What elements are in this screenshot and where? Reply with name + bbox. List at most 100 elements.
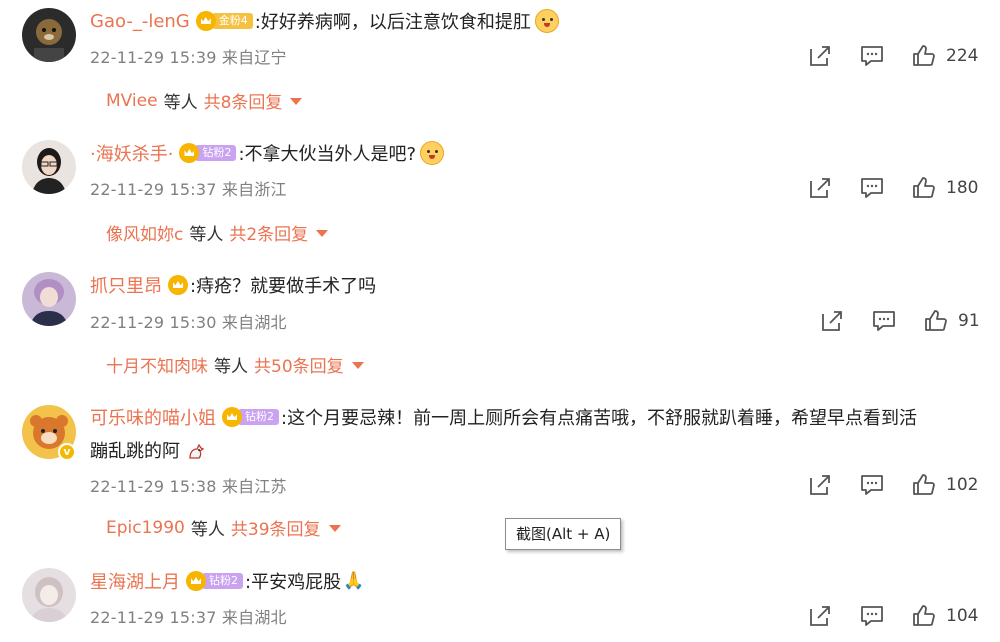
- comment-location: 来自辽宁: [221, 48, 287, 67]
- avatar[interactable]: [22, 272, 76, 326]
- avatar[interactable]: [22, 8, 76, 62]
- comment-icon[interactable]: [860, 44, 884, 68]
- like-count: 224: [946, 46, 979, 66]
- comment-location: 来自浙江: [221, 180, 287, 199]
- username[interactable]: 星海湖上月: [90, 568, 180, 594]
- like-count: 91: [958, 311, 980, 331]
- doge-emoji-icon: [420, 141, 445, 165]
- reply-preview[interactable]: 像风如妳c 等人 共2条回复: [106, 220, 329, 245]
- fan-badge-label: 钻粉2: [238, 409, 279, 425]
- like-icon[interactable]: [912, 176, 936, 200]
- comment-text: :平安鸡屁股: [245, 572, 342, 593]
- comment-actions: 224: [808, 44, 978, 68]
- comment-meta: 22-11-29 15:37 来自浙江: [90, 176, 287, 200]
- comment-icon[interactable]: [860, 176, 884, 200]
- username[interactable]: 抓只里昂: [90, 272, 162, 298]
- crown-icon: [195, 11, 216, 31]
- pray-emoji-icon: 🙏: [343, 571, 365, 591]
- caret-down-icon[interactable]: [290, 98, 303, 105]
- reply-mid-text: 等人: [190, 520, 225, 540]
- caret-down-icon[interactable]: [328, 525, 341, 532]
- username[interactable]: ·海妖杀手·: [90, 140, 173, 166]
- comment-time: 22-11-29 15:30: [90, 313, 217, 332]
- comment-text: :好好养病啊，以后注意饮食和提肛: [254, 12, 531, 33]
- reply-preview[interactable]: Epic1990 等人 共39条回复: [106, 515, 341, 540]
- comment-text: :痔疮？就要做手术了吗: [190, 276, 377, 297]
- like-count: 180: [946, 178, 979, 198]
- doge-emoji-icon: [534, 9, 559, 33]
- comment-line: ·海妖杀手· 钻粉2 :不拿大伙当外人是吧?: [90, 140, 445, 166]
- comment-line: 可乐味的喵小姐 钻粉2 :这个月要忌辣！前一周上厕所会有点痛苦哦，不舒服就趴着睡…: [90, 404, 917, 430]
- caret-down-icon[interactable]: [351, 362, 364, 369]
- fan-badge: 钻粉2: [222, 406, 279, 428]
- comment-icon[interactable]: [872, 309, 896, 333]
- reply-preview[interactable]: MViee 等人 共8条回复: [106, 88, 303, 113]
- comment-actions: 91: [820, 309, 980, 333]
- comment-actions: 104: [808, 604, 978, 628]
- fan-badge: 钻粉2: [179, 142, 237, 164]
- verified-badge-icon: v: [58, 443, 76, 461]
- rooster-emoji-icon: [189, 443, 205, 459]
- comment-actions: 102: [808, 473, 978, 497]
- comment-meta: 22-11-29 15:30 来自湖北: [90, 309, 287, 333]
- reply-mid-text: 等人: [163, 93, 198, 113]
- like-count: 104: [946, 606, 979, 626]
- reply-username[interactable]: 像风如妳c: [106, 220, 183, 245]
- crown-icon: [222, 407, 242, 427]
- comment-meta: 22-11-29 15:38 来自江苏: [90, 473, 287, 497]
- comment-location: 来自江苏: [221, 477, 287, 496]
- comment-icon[interactable]: [860, 473, 884, 497]
- reply-total[interactable]: 共2条回复: [229, 220, 308, 245]
- like-icon[interactable]: [912, 473, 936, 497]
- share-icon[interactable]: [808, 44, 832, 68]
- reply-mid-text: 等人: [189, 225, 224, 245]
- comment-text: :不拿大伙当外人是吧?: [238, 144, 417, 165]
- comment-location: 来自湖北: [221, 608, 287, 627]
- reply-total[interactable]: 共39条回复: [231, 515, 321, 540]
- screenshot-tooltip: 截图(Alt + A): [505, 518, 622, 550]
- username[interactable]: Gao-_-lenG: [90, 11, 190, 32]
- like-icon[interactable]: [912, 604, 936, 628]
- comment-line: Gao-_-lenG 金粉4 :好好养病啊，以后注意饮食和提肛: [90, 8, 559, 34]
- comment-time: 22-11-29 15:37: [90, 608, 217, 627]
- avatar[interactable]: [22, 568, 76, 622]
- username[interactable]: 可乐味的喵小姐: [90, 404, 216, 430]
- comment-meta: 22-11-29 15:37 来自湖北: [90, 604, 287, 628]
- fan-badge: 金粉4: [195, 10, 253, 32]
- comment-line: 星海湖上月 钻粉2 :平安鸡屁股 🙏: [90, 568, 364, 594]
- fan-badge-label: 钻粉2: [195, 145, 237, 161]
- like-count: 102: [946, 475, 979, 495]
- fan-badge: 钻粉2: [186, 570, 243, 592]
- comment-actions: 180: [808, 176, 978, 200]
- reply-preview[interactable]: 十月不知肉味 等人 共50条回复: [106, 352, 364, 377]
- comment-time: 22-11-29 15:38: [90, 477, 217, 496]
- reply-username[interactable]: 十月不知肉味: [106, 352, 208, 377]
- crown-icon: [168, 275, 188, 295]
- reply-total[interactable]: 共50条回复: [254, 352, 344, 377]
- crown-icon: [186, 571, 206, 591]
- avatar[interactable]: [22, 140, 76, 194]
- comment-time: 22-11-29 15:39: [90, 48, 217, 67]
- reply-username[interactable]: Epic1990: [106, 518, 185, 538]
- reply-username[interactable]: MViee: [106, 91, 158, 111]
- share-icon[interactable]: [820, 309, 844, 333]
- comment-text-continuation: 蹦乱跳的阿: [90, 441, 180, 462]
- share-icon[interactable]: [808, 604, 832, 628]
- like-icon[interactable]: [912, 44, 936, 68]
- comment-text-line2: 蹦乱跳的阿: [90, 437, 206, 463]
- reply-total[interactable]: 共8条回复: [204, 88, 283, 113]
- caret-down-icon[interactable]: [316, 230, 329, 237]
- comment-time: 22-11-29 15:37: [90, 180, 217, 199]
- comment-icon[interactable]: [860, 604, 884, 628]
- like-icon[interactable]: [924, 309, 948, 333]
- reply-mid-text: 等人: [214, 357, 248, 377]
- comment-line: 抓只里昂 :痔疮？就要做手术了吗: [90, 272, 376, 298]
- share-icon[interactable]: [808, 176, 832, 200]
- comment-location: 来自湖北: [221, 313, 287, 332]
- fan-badge-label: 金粉4: [211, 13, 253, 29]
- share-icon[interactable]: [808, 473, 832, 497]
- comment-meta: 22-11-29 15:39 来自辽宁: [90, 44, 287, 68]
- fan-badge-label: 钻粉2: [202, 573, 243, 589]
- comment-text: :这个月要忌辣！前一周上厕所会有点痛苦哦，不舒服就趴着睡，希望早点看到活: [281, 408, 918, 429]
- fan-badge: [168, 274, 188, 296]
